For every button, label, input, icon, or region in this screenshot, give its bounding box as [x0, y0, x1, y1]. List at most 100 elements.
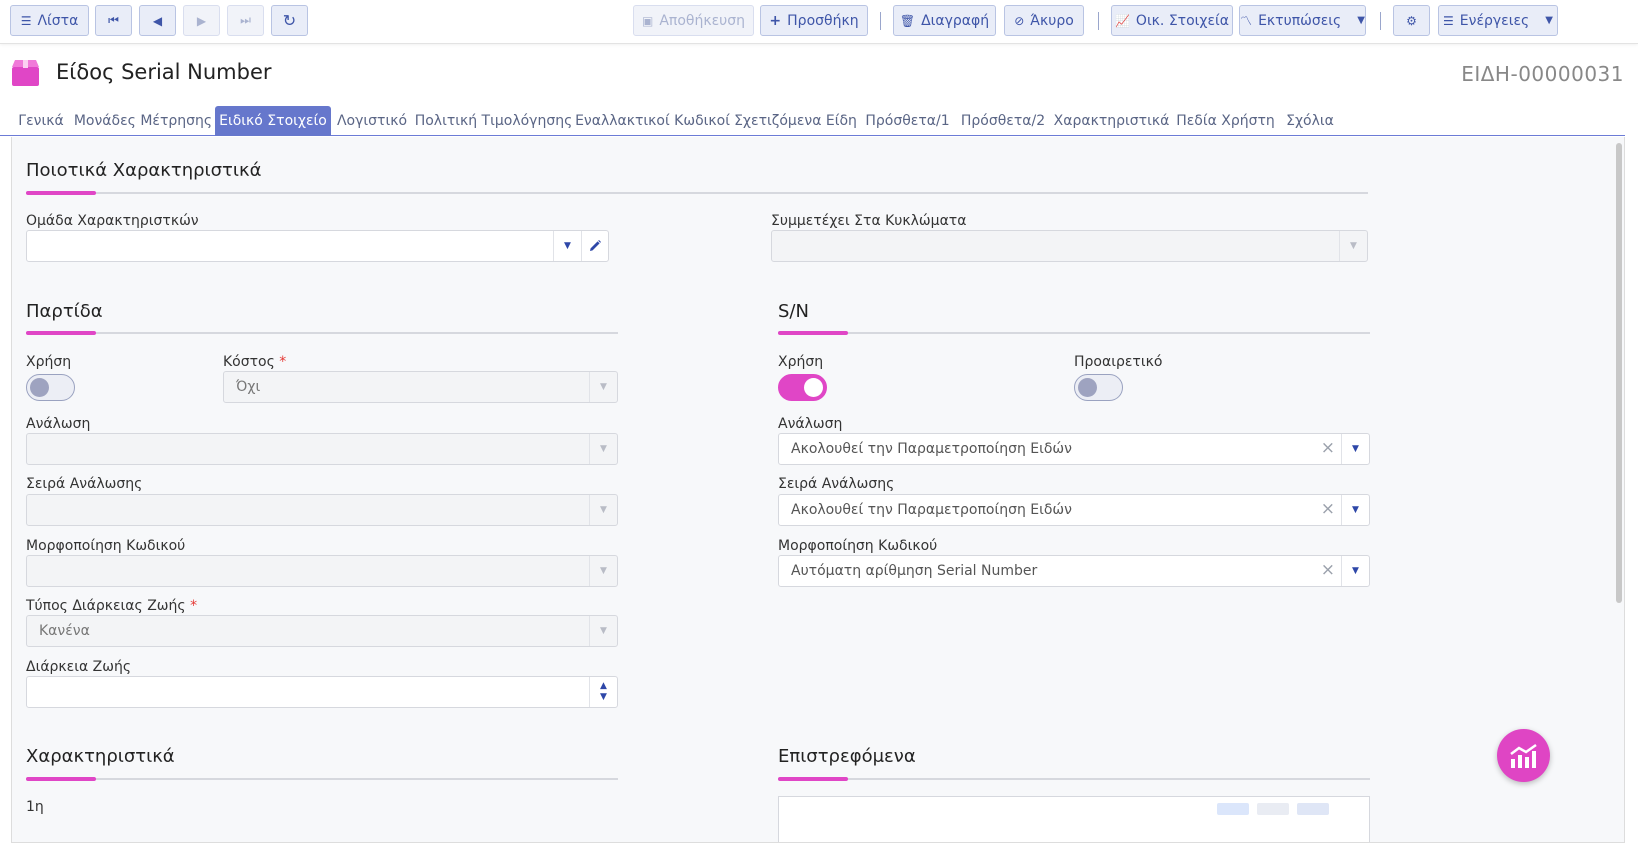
- section-divider: [26, 778, 618, 780]
- section-title-returnables: Επιστρεφόμενα: [778, 746, 916, 767]
- batch-consumption-label: Ανάλωση: [26, 416, 91, 432]
- tab-alt-codes[interactable]: Εναλλακτικοί Κωδικοί: [574, 106, 731, 136]
- floppy-icon: ▣: [641, 13, 654, 28]
- section-accent: [26, 777, 96, 781]
- section-divider: [778, 332, 1370, 334]
- chevron-down-icon[interactable]: ▼: [589, 372, 617, 402]
- toolbar-divider: [880, 12, 881, 30]
- section-accent: [26, 331, 96, 335]
- tab-units[interactable]: Μονάδες Μέτρησης: [71, 106, 215, 136]
- batch-order-label: Σειρά Ανάλωσης: [26, 476, 143, 492]
- tab-general[interactable]: Γενικά: [11, 106, 71, 136]
- group-label: Ομάδα Χαρακτηριστκών: [26, 213, 199, 229]
- tab-extra-2[interactable]: Πρόσθετα/2: [955, 106, 1051, 136]
- next-icon: ▶: [196, 13, 207, 28]
- sn-use-label: Χρήση: [778, 354, 824, 370]
- sn-order-select[interactable]: Ακολουθεί την Παραμετροποίηση Ειδών × ▼: [778, 494, 1370, 526]
- tab-special-item[interactable]: Ειδικό Στοιχείο: [215, 106, 331, 136]
- first-icon: ⏮: [108, 13, 119, 27]
- actions-dropdown[interactable]: ☰ Ενέργειες ▼: [1438, 5, 1558, 36]
- required-marker: *: [279, 354, 287, 370]
- last-icon: ⏭: [240, 13, 251, 27]
- sn-optional-toggle[interactable]: [1074, 374, 1123, 401]
- tab-pricing-policy[interactable]: Πολιτική Τιμολόγησης: [413, 106, 574, 136]
- next-record-button[interactable]: ▶: [183, 5, 220, 36]
- batch-consumption-select[interactable]: ▼: [26, 433, 618, 465]
- add-button[interactable]: + Προσθήκη: [760, 5, 868, 36]
- circuits-select[interactable]: ▼: [771, 230, 1368, 262]
- number-stepper[interactable]: ▲ ▼: [589, 677, 617, 707]
- sn-use-toggle[interactable]: [778, 374, 827, 401]
- life-type-select[interactable]: Κανένα ▼: [26, 615, 618, 647]
- delete-button[interactable]: 🗑 Διαγραφή: [893, 5, 996, 36]
- chevron-down-icon[interactable]: ▼: [553, 231, 581, 261]
- sn-format-select[interactable]: Αυτόματη αρίθμηση Serial Number × ▼: [778, 555, 1370, 587]
- record-id: ΕΙΔΗ-00000031: [1461, 62, 1624, 86]
- chevron-down-icon[interactable]: ▼: [589, 556, 617, 586]
- scrollbar[interactable]: [1616, 143, 1622, 603]
- sn-optional-label: Προαιρετικό: [1074, 354, 1163, 370]
- menu-icon: ☰: [1443, 13, 1454, 28]
- chevron-down-icon[interactable]: ▼: [589, 434, 617, 464]
- chevron-down-icon[interactable]: ▼: [589, 495, 617, 525]
- group-select[interactable]: ▼: [26, 230, 609, 262]
- page-title: Είδος Serial Number: [56, 60, 272, 84]
- previous-record-button[interactable]: ◀: [139, 5, 176, 36]
- chevron-down-icon[interactable]: ▼: [1341, 495, 1369, 525]
- batch-order-select[interactable]: ▼: [26, 494, 618, 526]
- section-title-sn: S/N: [778, 301, 809, 322]
- list-icon: ☰: [20, 13, 32, 28]
- save-button[interactable]: ▣ Αποθήκευση: [633, 5, 754, 36]
- toggle-knob: [1078, 378, 1097, 397]
- list-button[interactable]: ☰ Λίστα: [10, 5, 89, 36]
- cost-select[interactable]: Όχι ▼: [223, 371, 618, 403]
- step-up-icon[interactable]: ▲: [600, 681, 607, 692]
- toggle-knob: [30, 378, 49, 397]
- caret-down-icon: ▼: [1545, 15, 1553, 26]
- first-record-button[interactable]: ⏮: [95, 5, 132, 36]
- tab-user-fields[interactable]: Πεδία Χρήστη: [1172, 106, 1279, 136]
- clear-icon[interactable]: ×: [1321, 438, 1335, 458]
- section-accent: [26, 191, 96, 195]
- section-title-features: Χαρακτηριστικά: [26, 746, 175, 767]
- tab-characteristics[interactable]: Χαρακτηριστικά: [1051, 106, 1172, 136]
- batch-use-toggle[interactable]: [26, 374, 75, 401]
- refresh-button[interactable]: ↻: [271, 5, 308, 36]
- edit-icon[interactable]: [581, 231, 608, 261]
- tab-bar: Γενικά Μονάδες Μέτρησης Ειδικό Στοιχείο …: [0, 101, 1625, 136]
- tab-accounting[interactable]: Λογιστικό: [331, 106, 413, 136]
- batch-use-label: Χρήση: [26, 354, 72, 370]
- analytics-fab-button[interactable]: [1497, 729, 1550, 782]
- tab-related-items[interactable]: Σχετιζόμενα Είδη: [731, 106, 860, 136]
- chevron-down-icon[interactable]: ▼: [1341, 556, 1369, 586]
- plus-icon: +: [769, 12, 782, 29]
- caret-down-icon: ▼: [1357, 15, 1365, 26]
- section-accent: [778, 331, 848, 335]
- chevron-down-icon[interactable]: ▼: [1339, 231, 1367, 261]
- grid-toolbar-button[interactable]: [1297, 803, 1329, 815]
- sn-consumption-label: Ανάλωση: [778, 416, 843, 432]
- prints-dropdown[interactable]: 〽 Εκτυπώσεις ▼: [1239, 5, 1366, 36]
- section-divider: [26, 332, 618, 334]
- grid-toolbar-button[interactable]: [1217, 803, 1249, 815]
- sn-consumption-select[interactable]: Ακολουθεί την Παραμετροποίηση Ειδών × ▼: [778, 433, 1370, 465]
- life-duration-input[interactable]: ▲ ▼: [26, 676, 618, 708]
- chevron-down-icon[interactable]: ▼: [1341, 434, 1369, 464]
- toggle-knob: [804, 378, 823, 397]
- cancel-button[interactable]: ⊘ Άκυρο: [1004, 5, 1084, 36]
- batch-format-select[interactable]: ▼: [26, 555, 618, 587]
- tab-comments[interactable]: Σχόλια: [1279, 106, 1341, 136]
- clear-icon[interactable]: ×: [1321, 499, 1335, 519]
- settings-button[interactable]: ⚙: [1393, 5, 1430, 36]
- step-down-icon[interactable]: ▼: [600, 692, 607, 703]
- gears-icon: ⚙: [1406, 13, 1417, 28]
- last-record-button[interactable]: ⏭: [227, 5, 264, 36]
- chevron-down-icon[interactable]: ▼: [589, 616, 617, 646]
- features-first-row: 1η: [26, 799, 44, 815]
- financial-data-button[interactable]: 📈 Οικ. Στοιχεία: [1111, 5, 1233, 36]
- life-duration-label: Διάρκεια Ζωής: [26, 659, 132, 675]
- tab-extra-1[interactable]: Πρόσθετα/1: [860, 106, 955, 136]
- grid-toolbar-button[interactable]: [1257, 803, 1289, 815]
- clear-icon[interactable]: ×: [1321, 560, 1335, 580]
- toolbar: ☰ Λίστα ⏮ ◀ ▶ ⏭ ↻ ▣ Αποθήκευση + Προσθήκ…: [0, 0, 1638, 44]
